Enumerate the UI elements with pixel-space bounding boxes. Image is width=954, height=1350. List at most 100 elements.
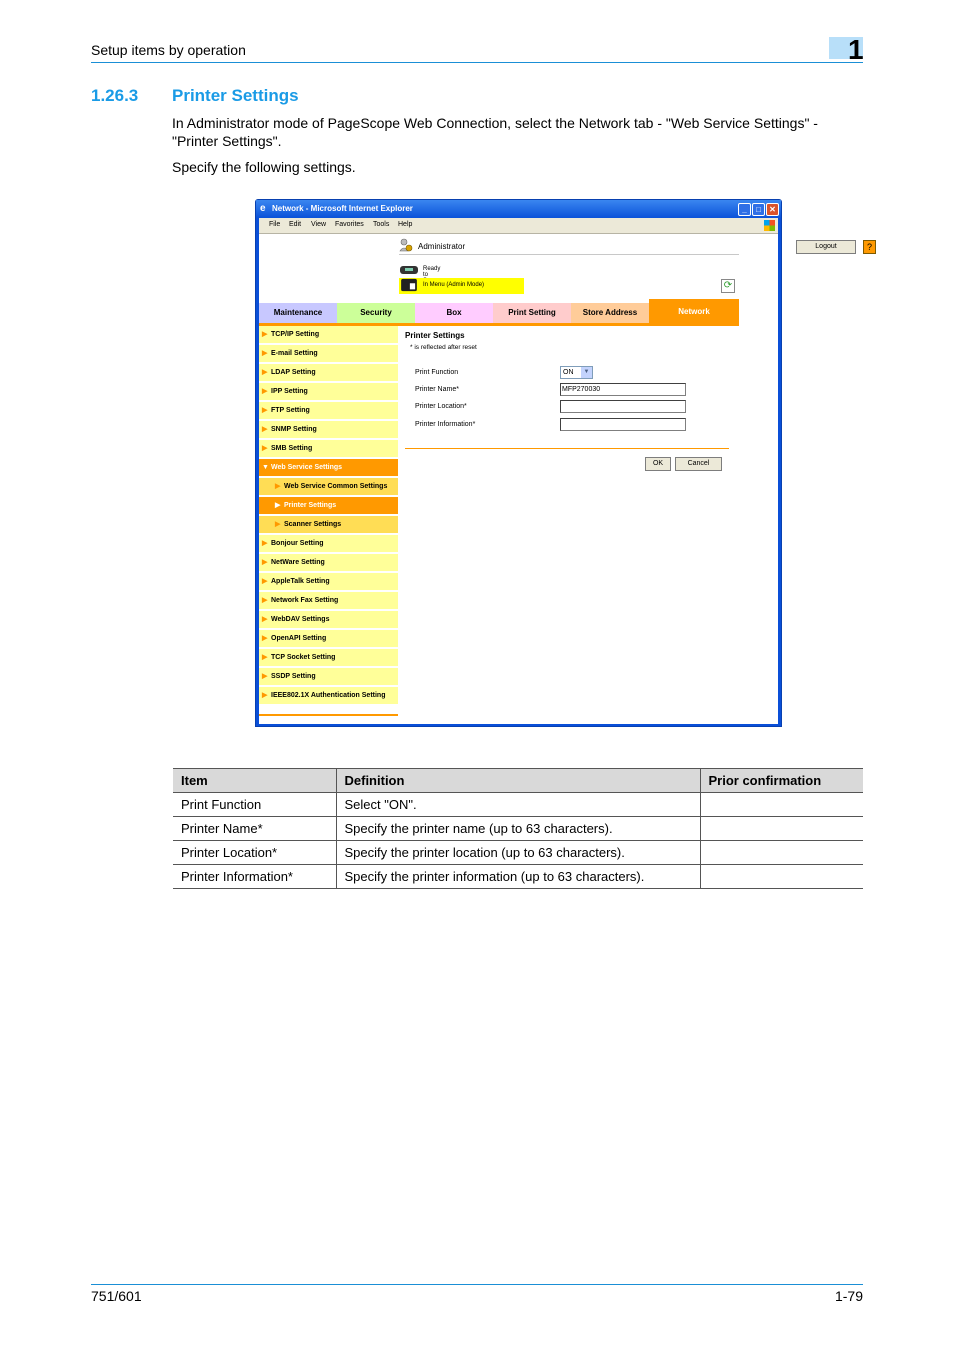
sidebar-item-label: SSDP Setting — [271, 673, 316, 680]
arrow-right-icon: ▶ — [262, 369, 268, 376]
arrow-right-icon: ▶ — [262, 331, 268, 338]
status-mode-text: In Menu (Admin Mode) — [423, 282, 485, 288]
cell-definition: Select "ON". — [336, 792, 701, 817]
printer-name-input[interactable]: MFP270030 — [560, 383, 686, 396]
sidebar-item-ftp[interactable]: ▶ FTP Setting — [259, 402, 398, 421]
printer-information-input[interactable] — [560, 418, 686, 431]
print-function-select[interactable]: ON ▼ — [560, 366, 593, 379]
arrow-right-icon: ▶ — [262, 616, 268, 623]
cell-item: Printer Information* — [173, 864, 337, 889]
logout-button[interactable]: Logout — [796, 240, 856, 254]
user-label: Administrator — [418, 242, 466, 251]
window-title: Network - Microsoft Internet Explorer — [272, 204, 413, 213]
sidebar-item-label: Network Fax Setting — [271, 597, 339, 604]
minimize-button[interactable]: _ — [738, 203, 751, 216]
tab-store-address[interactable]: Store Address — [571, 303, 649, 323]
printer-icon — [401, 278, 417, 292]
table-row: Printer Information* Specify the printer… — [173, 864, 863, 889]
sidebar-bottom-rule — [259, 714, 398, 716]
menu-tools[interactable]: Tools — [373, 221, 389, 228]
sidebar-item-printer-settings[interactable]: ▶ Printer Settings — [259, 497, 398, 516]
ie-logo-icon: e — [260, 203, 266, 214]
arrow-right-icon: ▶ — [262, 635, 268, 642]
cell-definition: Specify the printer name (up to 63 chara… — [336, 816, 701, 841]
sidebar-item-tcpip[interactable]: ▶ TCP/IP Setting — [259, 326, 398, 345]
printer-name-label: Printer Name* — [415, 386, 459, 393]
arrow-right-icon: ▶ — [275, 521, 281, 528]
header-item: Item — [173, 768, 337, 793]
menu-favorites[interactable]: Favorites — [335, 221, 364, 228]
sidebar-item-ssdp[interactable]: ▶ SSDP Setting — [259, 668, 398, 687]
cell-definition: Specify the printer information (up to 6… — [336, 864, 701, 889]
tab-security[interactable]: Security — [337, 303, 415, 323]
web-content: Administrator Logout ? Ready to Scan In … — [259, 234, 876, 724]
close-button[interactable]: ✕ — [766, 203, 779, 216]
sidebar-item-scanner-settings[interactable]: ▶ Scanner Settings — [259, 516, 398, 535]
table-row: Printer Location* Specify the printer lo… — [173, 840, 863, 865]
menu-file[interactable]: File — [269, 221, 280, 228]
table-row: Print Function Select "ON". — [173, 792, 863, 817]
sidebar-item-ieee8021x[interactable]: ▶ IEEE802.1X Authentication Setting — [259, 687, 398, 706]
cell-item: Printer Name* — [173, 816, 337, 841]
cell-item: Print Function — [173, 792, 337, 817]
sidebar-item-web-service-common[interactable]: ▶ Web Service Common Settings — [259, 478, 398, 497]
cell-definition: Specify the printer location (up to 63 c… — [336, 840, 701, 865]
sidebar-item-label: AppleTalk Setting — [271, 578, 330, 585]
sidebar-item-label: Bonjour Setting — [271, 540, 324, 547]
form-divider — [405, 448, 729, 449]
arrow-right-icon: ▶ — [262, 692, 268, 699]
printer-location-input[interactable] — [560, 400, 686, 413]
sidebar-item-label: E-mail Setting — [271, 350, 318, 357]
sidebar-item-ipp[interactable]: ▶ IPP Setting — [259, 383, 398, 402]
help-button[interactable]: ? — [863, 240, 876, 254]
form-title: Printer Settings — [405, 331, 465, 340]
tab-print-setting[interactable]: Print Setting — [493, 303, 571, 323]
sidebar-item-netware[interactable]: ▶ NetWare Setting — [259, 554, 398, 573]
sidebar-item-web-service-settings[interactable]: ▼ Web Service Settings — [259, 459, 398, 478]
instruction-paragraph: Specify the following settings. — [172, 159, 356, 175]
section-number: 1.26.3 — [91, 86, 139, 105]
print-function-label: Print Function — [415, 369, 459, 376]
intro-paragraph: In Administrator mode of PageScope Web C… — [172, 115, 818, 149]
windows-logo-icon — [764, 220, 775, 231]
running-title: Setup items by operation — [91, 42, 246, 58]
maximize-button[interactable]: □ — [752, 203, 765, 216]
cancel-button[interactable]: Cancel — [675, 457, 722, 471]
refresh-button[interactable]: ⟳ — [721, 279, 735, 293]
sidebar-item-snmp[interactable]: ▶ SNMP Setting — [259, 421, 398, 440]
cell-prior-confirmation — [700, 840, 863, 865]
menu-view[interactable]: View — [311, 221, 326, 228]
cell-prior-confirmation — [700, 864, 863, 889]
sidebar-item-label: SMB Setting — [271, 445, 313, 452]
tab-network[interactable]: Network — [649, 299, 739, 323]
header-definition: Definition — [336, 768, 701, 793]
page-number: 1-79 — [834, 1288, 863, 1304]
menu-help[interactable]: Help — [398, 221, 412, 228]
sidebar-item-openapi[interactable]: ▶ OpenAPI Setting — [259, 630, 398, 649]
sidebar-item-webdav[interactable]: ▶ WebDAV Settings — [259, 611, 398, 630]
page-header: Setup items by operation — [91, 40, 863, 63]
tab-maintenance[interactable]: Maintenance — [259, 303, 337, 323]
administrator-icon — [399, 238, 413, 252]
sidebar-item-bonjour[interactable]: ▶ Bonjour Setting — [259, 535, 398, 554]
sidebar-item-network-fax[interactable]: ▶ Network Fax Setting — [259, 592, 398, 611]
sidebar-item-label: FTP Setting — [271, 407, 310, 414]
sidebar-item-ldap[interactable]: ▶ LDAP Setting — [259, 364, 398, 383]
arrow-right-icon: ▶ — [262, 673, 268, 680]
arrow-right-icon: ▶ — [262, 445, 268, 452]
arrow-right-icon: ▶ — [262, 597, 268, 604]
form-note: * is reflected after reset — [410, 344, 477, 351]
sidebar-item-tcp-socket[interactable]: ▶ TCP Socket Setting — [259, 649, 398, 668]
sidebar-item-label: IEEE802.1X Authentication Setting — [271, 692, 386, 699]
print-function-value: ON — [563, 369, 574, 376]
ok-button[interactable]: OK — [645, 457, 671, 471]
menu-edit[interactable]: Edit — [289, 221, 301, 228]
sidebar-item-appletalk[interactable]: ▶ AppleTalk Setting — [259, 573, 398, 592]
sidebar-item-email[interactable]: ▶ E-mail Setting — [259, 345, 398, 364]
arrow-right-icon: ▶ — [262, 388, 268, 395]
browser-window-screenshot: e Network - Microsoft Internet Explorer … — [255, 199, 876, 727]
sidebar-item-label: WebDAV Settings — [271, 616, 330, 623]
table-row: Printer Name* Specify the printer name (… — [173, 816, 863, 841]
tab-box[interactable]: Box — [415, 303, 493, 323]
sidebar-item-smb[interactable]: ▶ SMB Setting — [259, 440, 398, 459]
